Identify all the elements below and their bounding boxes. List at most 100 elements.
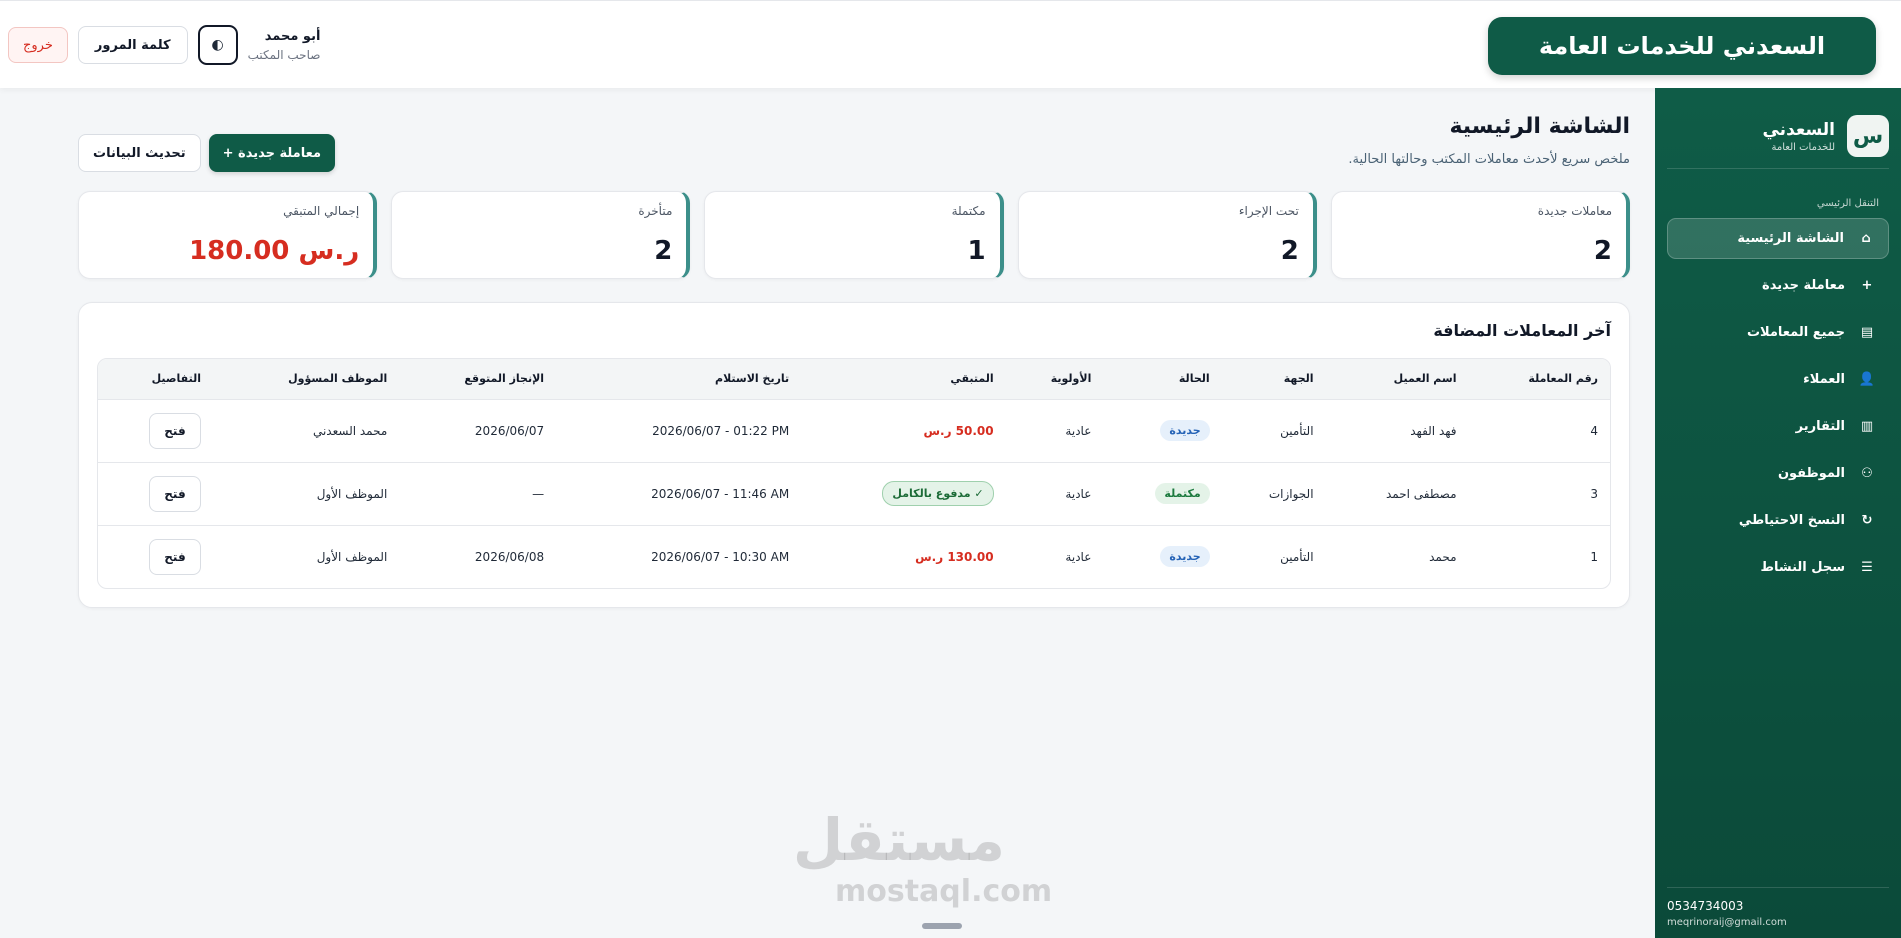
sidebar-item-0[interactable]: ⌂ الشاشة الرئيسية [1667, 218, 1889, 259]
column-header: رقم المعاملة [1468, 359, 1610, 400]
cell-priority: عادية [1005, 399, 1104, 463]
stat-label: متأخرة [638, 204, 673, 218]
user-info: أبو محمد صاحب المكتب [248, 29, 321, 62]
cell-employee: الموظف الأول [212, 462, 400, 526]
cell-id: 1 [1590, 549, 1598, 564]
watermark-latin: mostaql.com [835, 874, 1053, 909]
staff-icon: ⚇ [1861, 466, 1873, 481]
column-header: الأولوية [1005, 359, 1104, 400]
stat-label: مكتملة [951, 204, 986, 218]
cell-expected: — [399, 462, 557, 526]
remaining-amount: 130.00 ر.س [915, 549, 994, 564]
stat-value: 1 [967, 236, 986, 266]
remaining-amount: 50.00 ر.س [923, 423, 994, 438]
contact-email: meqrinoraij@gmail.com [1667, 917, 1787, 928]
stat-card: تحت الإجراء 2 [1017, 191, 1317, 279]
column-header: الحالة [1103, 359, 1222, 400]
theme-toggle-button[interactable]: ◐ [197, 25, 238, 65]
column-header: التفاصيل [98, 359, 213, 400]
column-header: اسم العميل [1325, 359, 1469, 400]
sidebar-item-3[interactable]: 👤 العملاء [1667, 359, 1889, 400]
cell-id: 3 [1468, 462, 1610, 526]
status-badge: جديدة [1160, 420, 1210, 441]
open-button[interactable]: فتح [148, 412, 201, 449]
cell-id: 4 [1468, 399, 1610, 463]
page-subtitle: ملخص سريع لأحدث معاملات المكتب وحالتها ا… [1348, 152, 1630, 167]
table-row: 3 مصطفى احمد الجوازات مكتملة عادية ✓ مدفوع با… [98, 462, 1610, 526]
sidebar-item-label: النسخ الاحتياطي [1738, 513, 1845, 528]
page-title: الشاشة الرئيسية [1449, 114, 1630, 139]
status-badge: مكتملة [1155, 483, 1210, 504]
sidebar-item-label: التقارير [1795, 419, 1845, 434]
watermark-logo: مستقل mostaql.com [793, 805, 1053, 909]
sidebar-nav: ⌂ الشاشة الرئيسية + معاملة جديدة ▤ جميع المعا… [1667, 218, 1889, 594]
brand-banner: السعدني للخدمات العامة [1488, 17, 1876, 75]
stat-label: إجمالي المتبقي [283, 204, 360, 218]
paid-badge: ✓ مدفوع بالكامل [882, 481, 994, 506]
activity-icon: ☰ [1861, 560, 1873, 575]
sidebar-item-6[interactable]: ↻ النسخ الاحتياطي [1667, 500, 1889, 541]
cell-status: جديدة [1103, 525, 1221, 588]
cell-employee: محمد السعدني [212, 399, 400, 463]
change-password-button[interactable]: كلمة المرور [77, 26, 188, 64]
refresh-data-button[interactable]: تحديث البيانات [78, 134, 201, 172]
sidebar-item-label: سجل النشاط [1760, 560, 1845, 575]
sidebar-item-2[interactable]: ▤ جميع المعاملات [1667, 312, 1889, 353]
open-button[interactable]: فتح [148, 475, 201, 512]
sidebar-item-label: الموظفون [1777, 466, 1845, 481]
cell-priority: عادية [1005, 462, 1104, 526]
table-body: 4 فهد الفهد التأمين جديدة عادية 50.00 ر.س 2026… [98, 399, 1610, 588]
sidebar-item-5[interactable]: ⚇ الموظفون [1667, 453, 1889, 494]
sidebar-item-label: العملاء [1803, 372, 1845, 387]
contrast-icon: ◐ [211, 37, 224, 53]
sidebar-brand-name: السعدني [1762, 119, 1835, 140]
cell-priority: عادية [1065, 549, 1092, 564]
logout-button[interactable]: خروج [8, 27, 68, 63]
app-root: السعدني للخدمات العامة خروج كلمة المرور … [0, 0, 1901, 938]
table-row: 1 محمد التأمين جديدة عادية 130.00 ر.س 2026/06/… [98, 525, 1610, 588]
column-header: الإنجاز المتوقع [399, 359, 557, 400]
sidebar-footer-divider [1667, 887, 1889, 888]
table-row: 4 فهد الفهد التأمين جديدة عادية 50.00 ر.س 2026… [98, 399, 1610, 463]
sidebar-item-label: جميع المعاملات [1746, 325, 1845, 340]
new-transaction-button[interactable]: + معاملة جديدة [208, 134, 335, 172]
column-header: الموظف المسؤول [212, 359, 400, 400]
column-header: المتبقي [801, 359, 1006, 400]
cell-received: 2026/06/07 - 11:46 AM [556, 462, 802, 526]
stat-label: معاملات جديدة [1537, 204, 1612, 218]
cell-remaining: 130.00 ر.س [801, 525, 1005, 588]
home-icon: ⌂ [1861, 231, 1871, 246]
cell-status: مكتملة [1103, 462, 1222, 526]
list-icon: ▤ [1860, 325, 1874, 340]
user-role: صاحب المكتب [247, 47, 321, 62]
sidebar-brand-subtitle: للخدمات العامة [1771, 141, 1835, 153]
cell-client: محمد [1429, 549, 1457, 564]
sidebar-item-1[interactable]: + معاملة جديدة [1667, 265, 1889, 306]
chart-icon: ▥ [1860, 419, 1874, 434]
recent-transactions-card: آخر المعاملات المضافة رقم المعاملة اسم ال… [78, 302, 1630, 608]
sidebar-item-label: الشاشة الرئيسية [1737, 231, 1844, 246]
cell-action: فتح [98, 399, 213, 463]
sidebar-item-7[interactable]: ☰ سجل النشاط [1667, 547, 1889, 588]
sidebar: س السعدني للخدمات العامة التنقل الرئيسي … [1655, 88, 1901, 938]
table-header-row: رقم المعاملة اسم العميل الجهة الحالة الأولوي… [98, 359, 1610, 400]
user-icon: 👤 [1858, 372, 1875, 387]
sidebar-item-label: معاملة جديدة [1762, 278, 1845, 293]
stat-value: 180.00 ر.س [189, 236, 360, 266]
top-header: السعدني للخدمات العامة خروج كلمة المرور … [0, 0, 1901, 88]
sidebar-brand: س السعدني للخدمات العامة [1667, 108, 1889, 164]
cell-entity: التأمين [1280, 549, 1314, 564]
sidebar-section-label: التنقل الرئيسي [1816, 198, 1879, 209]
backup-icon: ↻ [1861, 513, 1873, 528]
sidebar-footer: 0534734003 meqrinoraij@gmail.com [1667, 899, 1889, 928]
cell-remaining: 50.00 ر.س [801, 399, 1006, 463]
brand-logo: س [1847, 115, 1889, 157]
received-date: 2026/06/07 - 11:46 AM [651, 486, 790, 501]
status-badge: جديدة [1160, 546, 1210, 568]
cell-expected: 2026/06/08 [474, 549, 545, 564]
scroll-handle[interactable] [922, 923, 962, 929]
open-button[interactable]: فتح [148, 538, 201, 575]
sidebar-item-4[interactable]: ▥ التقارير [1667, 406, 1889, 447]
stat-card: مكتملة 1 [704, 191, 1004, 279]
stat-card: معاملات جديدة 2 [1330, 191, 1630, 279]
